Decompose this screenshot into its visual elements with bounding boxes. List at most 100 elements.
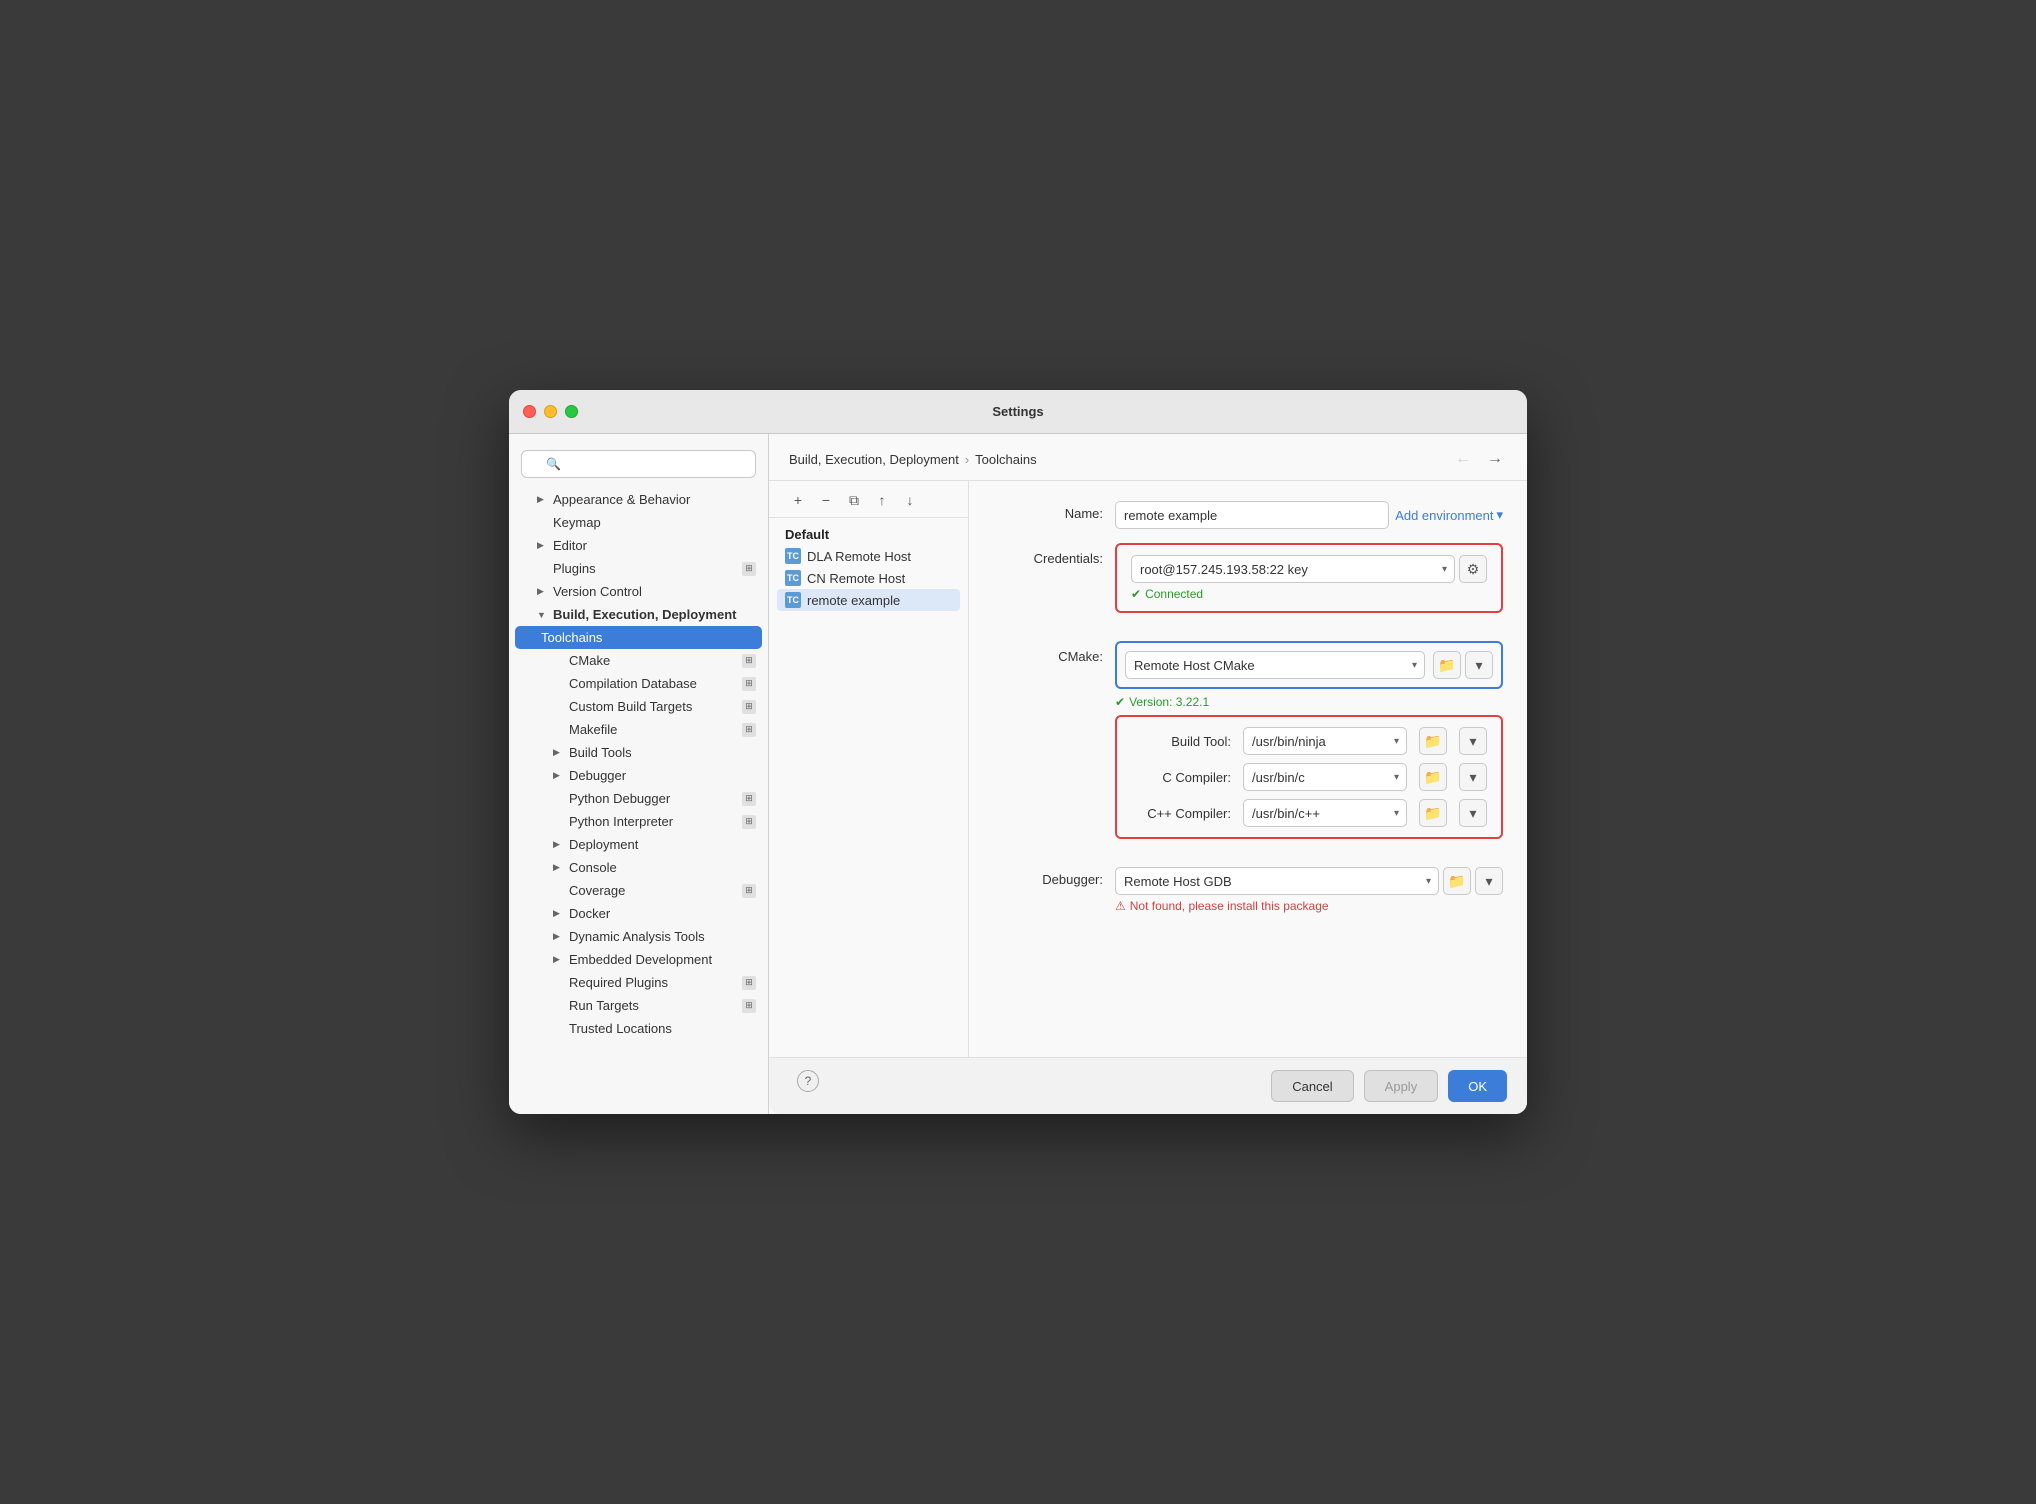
close-button[interactable] [523, 405, 536, 418]
toolchain-icon: TC [785, 548, 801, 564]
sidebar-item-plugins[interactable]: Plugins ⊞ [509, 557, 768, 580]
badge: ⊞ [742, 884, 756, 898]
credentials-dropdown[interactable]: root@157.245.193.58:22 key [1131, 555, 1455, 583]
sidebar-item-python-debugger[interactable]: Python Debugger ⊞ [509, 787, 768, 810]
sidebar-item-cmake[interactable]: CMake ⊞ [509, 649, 768, 672]
compilers-border-section: Build Tool: /usr/bin/ninja ▾ 📁 ▾ [1115, 715, 1503, 853]
breadcrumb-bar: Build, Execution, Deployment › Toolchain… [769, 434, 1527, 481]
sidebar-item-makefile[interactable]: Makefile ⊞ [509, 718, 768, 741]
badge: ⊞ [742, 654, 756, 668]
move-up-button[interactable]: ↑ [869, 489, 895, 511]
badge: ⊞ [742, 677, 756, 691]
toolchain-item-default[interactable]: Default [777, 524, 960, 545]
c-compiler-dropdown-wrapper: /usr/bin/c ▾ [1243, 763, 1407, 791]
sidebar-item-label: Dynamic Analysis Tools [569, 929, 756, 944]
sidebar-item-keymap[interactable]: Keymap [509, 511, 768, 534]
move-down-button[interactable]: ↓ [897, 489, 923, 511]
credentials-settings-button[interactable]: ⚙ [1459, 555, 1487, 583]
toolchains-list: Default TC DLA Remote Host TC CN Remote … [769, 518, 968, 611]
sidebar-item-appearance[interactable]: ▶ Appearance & Behavior [509, 488, 768, 511]
c-compiler-dropdown-button[interactable]: ▾ [1459, 763, 1487, 791]
sidebar-item-docker[interactable]: ▶ Docker [509, 902, 768, 925]
ok-button[interactable]: OK [1448, 1070, 1507, 1102]
help-button[interactable]: ? [797, 1070, 819, 1092]
sidebar-item-coverage[interactable]: Coverage ⊞ [509, 879, 768, 902]
cmake-dropdown[interactable]: Remote Host CMake [1125, 651, 1425, 679]
sidebar-item-version-control[interactable]: ▶ Version Control [509, 580, 768, 603]
cpp-compiler-dropdown-button[interactable]: ▾ [1459, 799, 1487, 827]
sidebar-item-dynamic-analysis-tools[interactable]: ▶ Dynamic Analysis Tools [509, 925, 768, 948]
sidebar-item-debugger[interactable]: ▶ Debugger [509, 764, 768, 787]
sidebar-item-python-interpreter[interactable]: Python Interpreter ⊞ [509, 810, 768, 833]
toolchain-item-dla[interactable]: TC DLA Remote Host [777, 545, 960, 567]
traffic-lights [523, 405, 578, 418]
minimize-button[interactable] [544, 405, 557, 418]
badge: ⊞ [742, 815, 756, 829]
debugger-error-status: ⚠ Not found, please install this package [1115, 899, 1503, 913]
sidebar-item-toolchains[interactable]: Toolchains [515, 626, 762, 649]
chevron-right-icon: ▶ [537, 586, 549, 597]
sidebar-item-deployment[interactable]: ▶ Deployment [509, 833, 768, 856]
breadcrumb-current: Toolchains [975, 452, 1036, 467]
sidebar-item-label: Toolchains [541, 630, 756, 645]
sidebar-item-run-targets[interactable]: Run Targets ⊞ [509, 994, 768, 1017]
name-input[interactable] [1115, 501, 1389, 529]
cancel-button[interactable]: Cancel [1271, 1070, 1353, 1102]
breadcrumb: Build, Execution, Deployment › Toolchain… [789, 452, 1037, 467]
add-toolchain-button[interactable]: + [785, 489, 811, 511]
copy-toolchain-button[interactable]: ⧉ [841, 489, 867, 511]
credentials-row: Credentials: root@157.245.193.58:22 key … [993, 543, 1503, 627]
chevron-right-icon: ▶ [537, 494, 549, 505]
credentials-dropdown-row: root@157.245.193.58:22 key ▾ ⚙ [1131, 555, 1487, 583]
cmake-dropdown-wrapper: Remote Host CMake ▾ [1125, 651, 1425, 679]
compilers-section: Build Tool: /usr/bin/ninja ▾ 📁 ▾ [993, 715, 1503, 853]
sidebar-item-editor[interactable]: ▶ Editor [509, 534, 768, 557]
maximize-button[interactable] [565, 405, 578, 418]
c-compiler-dropdown[interactable]: /usr/bin/c [1243, 763, 1407, 791]
sidebar-item-console[interactable]: ▶ Console [509, 856, 768, 879]
name-row: Name: Add environment ▾ [993, 501, 1503, 529]
debugger-folder-button[interactable]: 📁 [1443, 867, 1471, 895]
footer: ? Cancel Apply OK [769, 1057, 1527, 1114]
sidebar-item-label: Appearance & Behavior [553, 492, 756, 507]
debugger-dropdown-row: Remote Host GDB ▾ 📁 ▾ [1115, 867, 1503, 895]
sidebar-item-compilation-db[interactable]: Compilation Database ⊞ [509, 672, 768, 695]
cmake-dropdown-button[interactable]: ▾ [1465, 651, 1493, 679]
sidebar-item-label: Trusted Locations [569, 1021, 756, 1036]
search-bar: 🔍 [509, 444, 768, 488]
nav-back-button[interactable]: ← [1451, 448, 1475, 470]
checkmark-icon: ✔ [1131, 587, 1141, 601]
toolchain-label: DLA Remote Host [807, 549, 911, 564]
credentials-border: root@157.245.193.58:22 key ▾ ⚙ ✔ Connect… [1115, 543, 1503, 613]
sidebar-item-build-execution[interactable]: ▼ Build, Execution, Deployment [509, 603, 768, 626]
breadcrumb-separator: › [965, 452, 969, 467]
cpp-compiler-dropdown[interactable]: /usr/bin/c++ [1243, 799, 1407, 827]
build-tool-dropdown-button[interactable]: ▾ [1459, 727, 1487, 755]
sidebar-item-label: Build, Execution, Deployment [553, 607, 756, 622]
c-compiler-folder-button[interactable]: 📁 [1419, 763, 1447, 791]
nav-forward-button[interactable]: → [1483, 448, 1507, 470]
toolchain-item-remote-example[interactable]: TC remote example [777, 589, 960, 611]
toolchain-item-cn[interactable]: TC CN Remote Host [777, 567, 960, 589]
build-tool-dropdown[interactable]: /usr/bin/ninja [1243, 727, 1407, 755]
debugger-dropdown-wrapper: Remote Host GDB ▾ [1115, 867, 1439, 895]
cmake-folder-button[interactable]: 📁 [1433, 651, 1461, 679]
sidebar-item-custom-build-targets[interactable]: Custom Build Targets ⊞ [509, 695, 768, 718]
cpp-compiler-folder-button[interactable]: 📁 [1419, 799, 1447, 827]
cmake-dropdown-row: Remote Host CMake ▾ 📁 ▾ [1117, 647, 1501, 683]
debugger-dropdown[interactable]: Remote Host GDB [1115, 867, 1439, 895]
compilers-spacer [993, 715, 1103, 853]
add-environment-button[interactable]: Add environment ▾ [1395, 507, 1503, 523]
debugger-dropdown-button[interactable]: ▾ [1475, 867, 1503, 895]
sidebar-item-embedded-development[interactable]: ▶ Embedded Development [509, 948, 768, 971]
build-tool-row: Build Tool: /usr/bin/ninja ▾ 📁 ▾ [1131, 727, 1487, 755]
sidebar-item-trusted-locations[interactable]: Trusted Locations [509, 1017, 768, 1040]
apply-button[interactable]: Apply [1364, 1070, 1439, 1102]
search-input[interactable] [521, 450, 756, 478]
badge: ⊞ [742, 723, 756, 737]
sidebar-item-label: Run Targets [569, 998, 742, 1013]
build-tool-folder-button[interactable]: 📁 [1419, 727, 1447, 755]
sidebar-item-build-tools[interactable]: ▶ Build Tools [509, 741, 768, 764]
sidebar-item-required-plugins[interactable]: Required Plugins ⊞ [509, 971, 768, 994]
remove-toolchain-button[interactable]: − [813, 489, 839, 511]
